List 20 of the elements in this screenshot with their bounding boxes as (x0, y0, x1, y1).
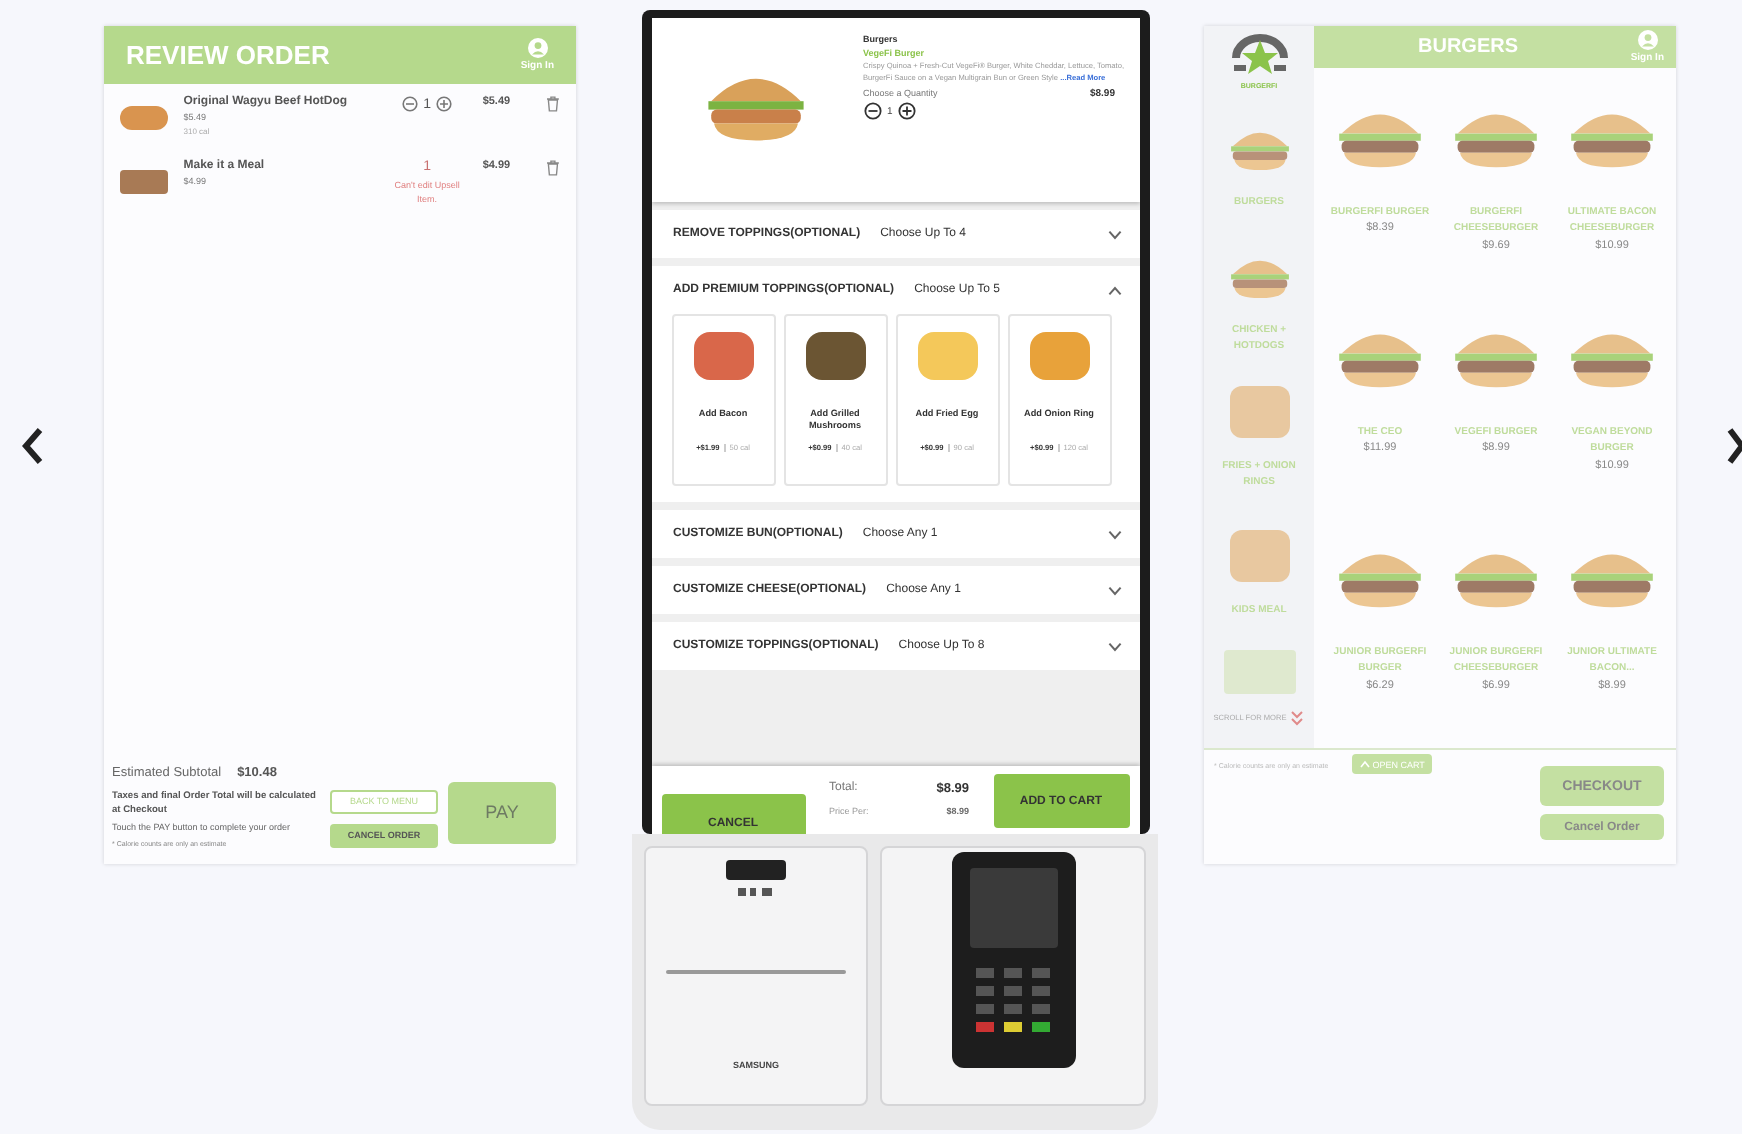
pay-button[interactable]: PAY (448, 781, 556, 844)
caret-up-icon (1360, 760, 1371, 768)
photo-placeholder (1029, 332, 1089, 380)
category-title: BURGERS (1418, 36, 1519, 58)
photo-placeholder (120, 170, 168, 194)
chevron-icon[interactable] (1107, 585, 1121, 595)
photo-placeholder (805, 332, 865, 380)
chevron-icon[interactable] (1107, 285, 1121, 295)
plus-icon[interactable] (898, 102, 917, 120)
trash-icon[interactable] (546, 96, 560, 112)
double-chevron-down-icon[interactable] (1290, 710, 1305, 726)
photo-placeholder (917, 332, 977, 380)
page-title: REVIEW ORDER (126, 40, 330, 70)
chevron-icon[interactable] (1107, 641, 1121, 651)
photo-placeholder (693, 332, 753, 380)
chevron-icon[interactable] (1107, 229, 1121, 239)
trash-icon[interactable] (546, 160, 560, 176)
chevron-icon[interactable] (1107, 529, 1121, 539)
minus-icon[interactable] (863, 102, 881, 120)
photo-placeholder (120, 106, 168, 130)
